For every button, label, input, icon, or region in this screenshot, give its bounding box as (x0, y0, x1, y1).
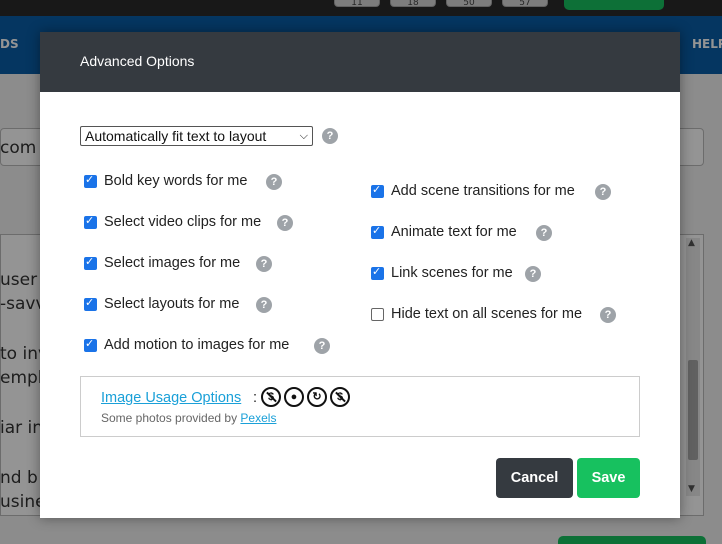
option-select-layouts[interactable]: ✓ Select layouts for me (84, 295, 239, 313)
help-icon[interactable]: ? (525, 266, 541, 282)
license-icons: $ ● ↻ $ (261, 387, 350, 407)
checkbox-checked[interactable]: ✓ (84, 337, 97, 352)
advanced-options-modal: Advanced Options Automatically fit text … (40, 32, 680, 518)
chevron-down-icon: ⌵ (299, 130, 308, 142)
fit-text-select-wrap: Automatically fit text to layout ⌵ (80, 126, 313, 146)
help-icon[interactable]: ? (256, 297, 272, 313)
fit-text-select-value: Automatically fit text to layout (85, 128, 267, 144)
option-label: Select video clips for me (104, 214, 262, 230)
pexels-link[interactable]: Pexels (240, 411, 276, 425)
checkbox-unchecked[interactable] (371, 307, 384, 321)
modal-header: Advanced Options (40, 32, 680, 92)
checkbox-checked[interactable]: ✓ (371, 265, 384, 280)
option-label: Bold key words for me (104, 173, 248, 189)
checkbox-checked[interactable]: ✓ (84, 173, 97, 188)
photos-credit: Some photos provided by Pexels (101, 411, 276, 425)
option-select-video-clips[interactable]: ✓ Select video clips for me (84, 213, 261, 231)
no-dollar-icon: $ (330, 387, 350, 407)
option-label: Select layouts for me (104, 296, 240, 312)
help-icon[interactable]: ? (322, 128, 338, 144)
option-scene-transitions[interactable]: ✓ Add scene transitions for me (371, 182, 575, 200)
attribution-icon: ● (284, 387, 304, 407)
help-icon[interactable]: ? (595, 184, 611, 200)
option-label: Select images for me (104, 255, 241, 271)
option-label: Link scenes for me (391, 265, 513, 281)
save-button[interactable]: Save (577, 458, 640, 498)
checkbox-checked[interactable]: ✓ (371, 183, 384, 198)
help-icon[interactable]: ? (314, 338, 330, 354)
image-usage-box: Image Usage Options : $ ● ↻ $ Some photo… (80, 376, 640, 437)
help-icon[interactable]: ? (600, 307, 616, 323)
option-link-scenes[interactable]: ✓ Link scenes for me (371, 264, 513, 282)
fit-text-select[interactable]: Automatically fit text to layout ⌵ (80, 126, 313, 146)
option-label: Add motion to images for me (104, 337, 290, 353)
help-icon[interactable]: ? (256, 256, 272, 272)
help-icon[interactable]: ? (277, 215, 293, 231)
option-bold-key-words[interactable]: ✓ Bold key words for me (84, 172, 247, 190)
cancel-button[interactable]: Cancel (496, 458, 573, 498)
option-add-motion[interactable]: ✓ Add motion to images for me (84, 336, 289, 354)
checkbox-checked[interactable]: ✓ (371, 224, 384, 239)
share-alike-icon: ↻ (307, 387, 327, 407)
help-icon[interactable]: ? (266, 174, 282, 190)
help-icon[interactable]: ? (536, 225, 552, 241)
image-usage-options-link[interactable]: Image Usage Options (101, 390, 241, 406)
option-hide-text[interactable]: Hide text on all scenes for me (371, 305, 582, 323)
checkbox-checked[interactable]: ✓ (84, 255, 97, 270)
option-label: Add scene transitions for me (391, 183, 575, 199)
no-commercial-icon: $ (261, 387, 281, 407)
photos-credit-text: Some photos provided by (101, 411, 241, 425)
option-animate-text[interactable]: ✓ Animate text for me (371, 223, 517, 241)
checkbox-checked[interactable]: ✓ (84, 214, 97, 229)
option-label: Animate text for me (391, 224, 517, 240)
modal-title: Advanced Options (80, 53, 195, 69)
usage-colon: : (253, 390, 258, 406)
option-label: Hide text on all scenes for me (391, 306, 583, 322)
option-select-images[interactable]: ✓ Select images for me (84, 254, 240, 272)
checkbox-checked[interactable]: ✓ (84, 296, 97, 311)
